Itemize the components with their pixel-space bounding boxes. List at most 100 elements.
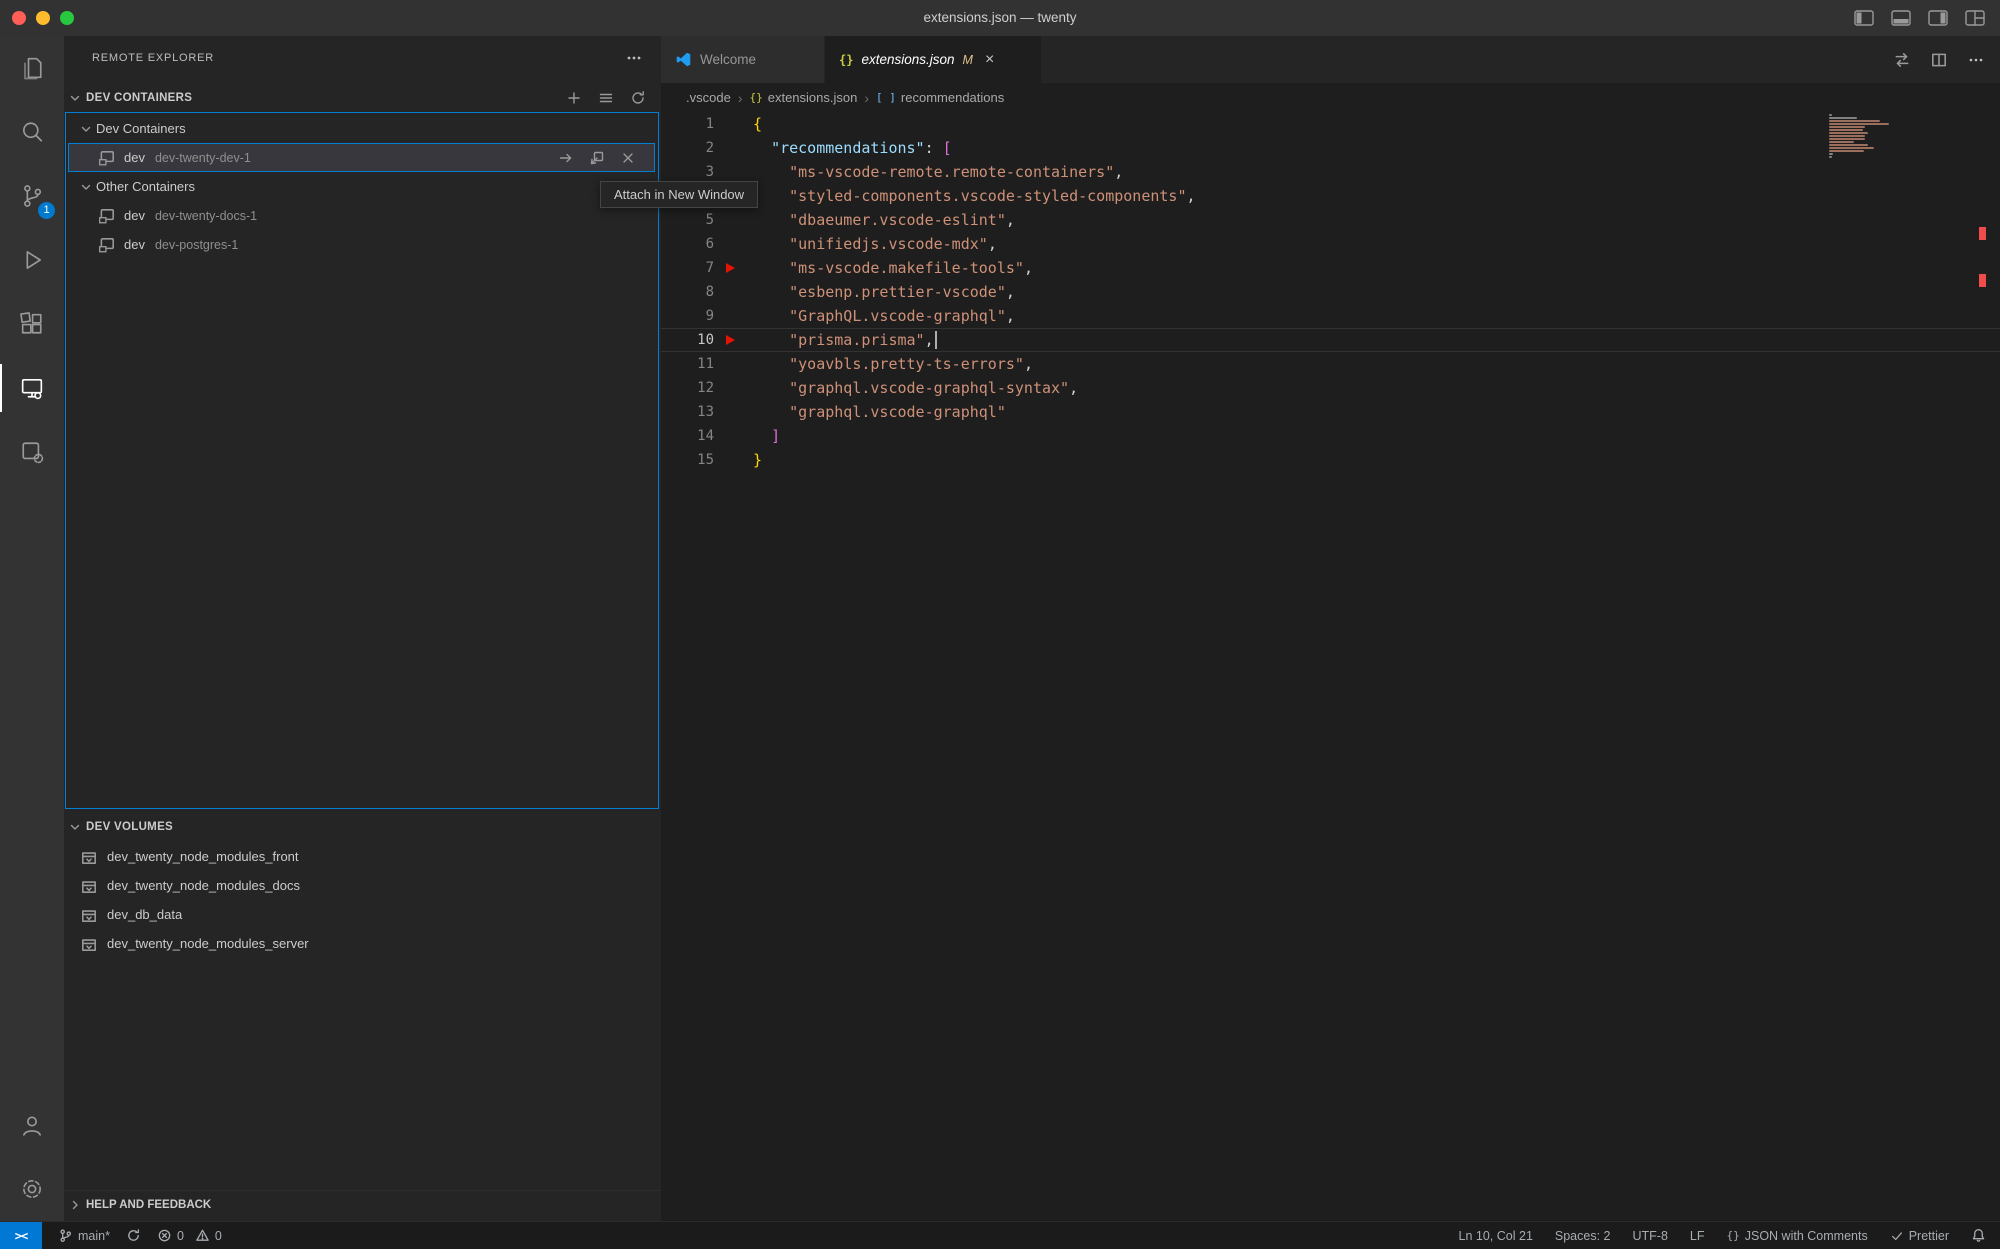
- chevron-right-icon: ›: [864, 90, 869, 106]
- code-line[interactable]: 15}: [661, 448, 2000, 472]
- more-actions-icon[interactable]: [1966, 50, 1986, 70]
- code-line[interactable]: 12 "graphql.vscode-graphql-syntax",: [661, 376, 2000, 400]
- volume-item[interactable]: dev_twenty_node_modules_docs: [64, 871, 661, 900]
- cursor-position-status[interactable]: Ln 10, Col 21: [1459, 1229, 1533, 1243]
- code-line[interactable]: 14 ]: [661, 424, 2000, 448]
- code-line[interactable]: 10 "prisma.prisma",: [661, 328, 2000, 352]
- code-line[interactable]: 9 "GraphQL.vscode-graphql",: [661, 304, 2000, 328]
- problems-status[interactable]: 0 0: [157, 1228, 222, 1243]
- volume-item[interactable]: dev_twenty_node_modules_server: [64, 929, 661, 958]
- gutter-marker-icon: [726, 335, 735, 345]
- code-text: "graphql.vscode-graphql": [753, 400, 1006, 424]
- glyph-margin: [714, 376, 753, 400]
- glyph-margin: [714, 232, 753, 256]
- toggle-panel-icon[interactable]: [1890, 8, 1912, 28]
- tree-item-dev-postgres-1[interactable]: dev dev-postgres-1: [68, 230, 655, 259]
- code-text: }: [753, 448, 762, 472]
- toggle-primary-sidebar-icon[interactable]: [1853, 8, 1875, 28]
- line-number: 13: [661, 400, 714, 424]
- remote-indicator[interactable]: ><: [0, 1222, 42, 1249]
- run-debug-icon[interactable]: [0, 228, 64, 292]
- new-dev-container-icon[interactable]: [565, 89, 583, 107]
- container-icon: [98, 149, 116, 167]
- code-line[interactable]: 13 "graphql.vscode-graphql": [661, 400, 2000, 424]
- code-editor[interactable]: 1{2 "recommendations": [3 "ms-vscode-rem…: [661, 112, 2000, 472]
- tree-item-dev-twenty-dev-1[interactable]: dev dev-twenty-dev-1: [68, 143, 655, 172]
- breadcrumb-folder[interactable]: .vscode: [686, 90, 731, 105]
- code-text: "styled-components.vscode-styled-compone…: [753, 184, 1196, 208]
- section-header-dev-volumes[interactable]: DEV VOLUMES: [64, 813, 661, 841]
- code-text: "unifiedjs.vscode-mdx",: [753, 232, 997, 256]
- section-header-dev-containers[interactable]: DEV CONTAINERS: [64, 84, 661, 112]
- remote-explorer-icon[interactable]: [0, 356, 64, 420]
- minimap[interactable]: [1829, 114, 1892, 159]
- panel-title: REMOTE EXPLORER: [92, 52, 214, 64]
- sync-changes-icon[interactable]: [126, 1228, 141, 1243]
- editor-group: Welcome {} extensions.json M ×: [661, 36, 2000, 1221]
- array-symbol-icon: [ ]: [876, 91, 896, 104]
- accounts-icon[interactable]: [0, 1093, 64, 1157]
- volume-item[interactable]: dev_twenty_node_modules_front: [64, 842, 661, 871]
- glyph-margin: [714, 304, 753, 328]
- breadcrumb-symbol[interactable]: [ ] recommendations: [876, 90, 1004, 105]
- glyph-margin: [714, 424, 753, 448]
- settings-gear-icon[interactable]: [0, 1157, 64, 1221]
- encoding-status[interactable]: UTF-8: [1632, 1229, 1667, 1243]
- code-line[interactable]: 4 "styled-components.vscode-styled-compo…: [661, 184, 2000, 208]
- code-line[interactable]: 8 "esbenp.prettier-vscode",: [661, 280, 2000, 304]
- code-line[interactable]: 6 "unifiedjs.vscode-mdx",: [661, 232, 2000, 256]
- tab-extensions-json[interactable]: {} extensions.json M ×: [825, 36, 1041, 83]
- close-tab-icon[interactable]: ×: [985, 52, 994, 68]
- json-file-icon: {}: [839, 53, 853, 67]
- open-changes-icon[interactable]: [1892, 50, 1912, 70]
- code-line[interactable]: 7 "ms-vscode.makefile-tools",: [661, 256, 2000, 280]
- section-header-help-feedback[interactable]: HELP AND FEEDBACK: [64, 1190, 661, 1219]
- tree-group-dev-containers[interactable]: Dev Containers: [68, 114, 655, 143]
- more-actions-icon[interactable]: [625, 49, 643, 67]
- code-line[interactable]: 3 "ms-vscode-remote.remote-containers",: [661, 160, 2000, 184]
- activity-bar: 1: [0, 36, 64, 1221]
- search-icon[interactable]: [0, 100, 64, 164]
- container-icon: [98, 207, 116, 225]
- glyph-margin: [714, 136, 753, 160]
- indentation-status[interactable]: Spaces: 2: [1555, 1229, 1611, 1243]
- vscode-logo-icon: [675, 51, 692, 68]
- refresh-icon[interactable]: [629, 89, 647, 107]
- attach-new-window-icon[interactable]: [588, 149, 606, 167]
- tree-item-dev-twenty-docs-1[interactable]: dev dev-twenty-docs-1: [68, 201, 655, 230]
- volume-icon: [80, 906, 98, 924]
- stop-container-icon[interactable]: [619, 149, 637, 167]
- source-control-icon[interactable]: 1: [0, 164, 64, 228]
- braces-icon: {}: [1727, 1229, 1740, 1242]
- code-line[interactable]: 1{: [661, 112, 2000, 136]
- git-branch-status[interactable]: main*: [58, 1228, 110, 1243]
- line-number: 8: [661, 280, 714, 304]
- toggle-secondary-sidebar-icon[interactable]: [1927, 8, 1949, 28]
- language-mode-status[interactable]: {} JSON with Comments: [1727, 1229, 1868, 1243]
- code-line[interactable]: 2 "recommendations": [: [661, 136, 2000, 160]
- chevron-right-icon: [64, 1198, 86, 1212]
- code-line[interactable]: 5 "dbaeumer.vscode-eslint",: [661, 208, 2000, 232]
- customize-layout-icon[interactable]: [1964, 8, 1986, 28]
- remote-targets-icon[interactable]: [0, 420, 64, 484]
- tree-group-other-containers[interactable]: Other Containers: [68, 172, 655, 201]
- notifications-bell-icon[interactable]: [1971, 1228, 1986, 1243]
- overview-ruler-marker: [1979, 274, 1986, 287]
- eol-status[interactable]: LF: [1690, 1229, 1705, 1243]
- code-text: "ms-vscode-remote.remote-containers",: [753, 160, 1123, 184]
- explorer-icon[interactable]: [0, 36, 64, 100]
- source-control-badge: 1: [38, 202, 55, 219]
- formatter-status[interactable]: Prettier: [1890, 1229, 1949, 1243]
- chevron-down-icon: [76, 180, 96, 194]
- line-number: 2: [661, 136, 714, 160]
- split-editor-icon[interactable]: [1929, 50, 1949, 70]
- modified-badge: M: [963, 53, 973, 67]
- extensions-icon[interactable]: [0, 292, 64, 356]
- tab-welcome[interactable]: Welcome: [661, 36, 825, 83]
- attach-current-window-icon[interactable]: [557, 149, 575, 167]
- code-line[interactable]: 11 "yoavbls.pretty-ts-errors",: [661, 352, 2000, 376]
- chevron-down-icon: [76, 122, 96, 136]
- show-details-icon[interactable]: [597, 89, 615, 107]
- volume-item[interactable]: dev_db_data: [64, 900, 661, 929]
- breadcrumb-file[interactable]: {} extensions.json: [749, 90, 857, 105]
